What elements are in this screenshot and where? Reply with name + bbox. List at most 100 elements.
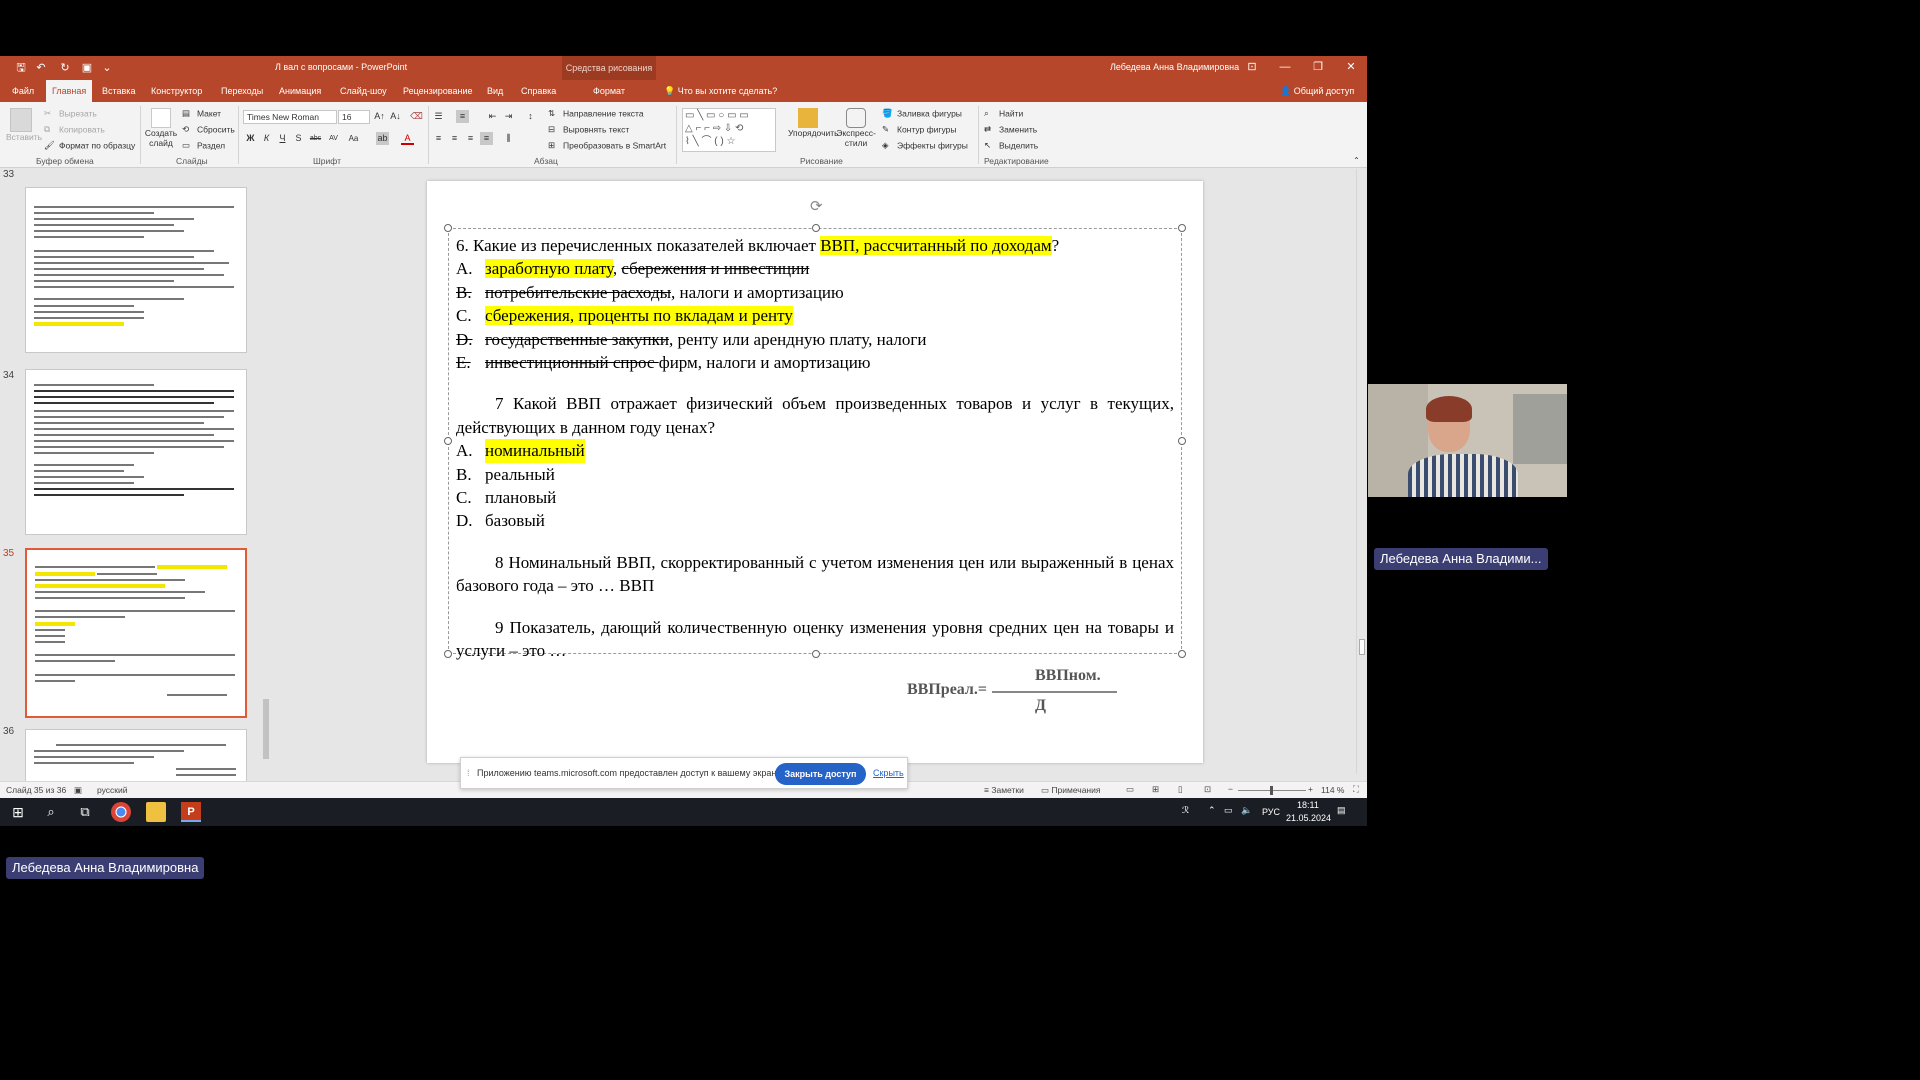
- reading-view-icon[interactable]: ▯: [1178, 784, 1183, 795]
- network-icon[interactable]: ▭: [1224, 805, 1233, 816]
- align-text-button[interactable]: ⊟ Выровнять текст: [548, 124, 629, 136]
- arrange-button[interactable]: Упорядочить: [788, 108, 839, 138]
- cut-button[interactable]: ✂ Вырезать: [44, 108, 97, 120]
- layout-button[interactable]: ▤ Макет: [182, 108, 221, 120]
- tab-transitions[interactable]: Переходы: [215, 80, 269, 102]
- clear-format-icon[interactable]: ⌫: [410, 110, 423, 123]
- notes-button[interactable]: ≡ Заметки: [984, 785, 1024, 795]
- normal-view-icon[interactable]: ▭: [1126, 784, 1134, 795]
- file-explorer-icon[interactable]: [146, 802, 166, 822]
- volume-icon[interactable]: 🔈: [1241, 805, 1252, 816]
- copy-button[interactable]: ⧉ Копировать: [44, 124, 105, 136]
- shapes-gallery[interactable]: ▭ ╲ ▭ ○ ▭ ▭ △ ⌐ ⌐ ⇨ ⇩ ⟲ ⌇ ╲ ⌒ ( ) ☆: [682, 108, 776, 152]
- bullets-icon[interactable]: ☰: [432, 110, 445, 123]
- replace-button[interactable]: ⇄ Заменить: [984, 124, 1037, 136]
- redo-icon[interactable]: ↻: [58, 61, 72, 75]
- resize-handle[interactable]: [1178, 437, 1186, 445]
- tab-review[interactable]: Рецензирование: [397, 80, 479, 102]
- change-case-button[interactable]: Aa: [347, 132, 360, 145]
- customize-qat-icon[interactable]: ⌄: [100, 61, 114, 75]
- slide-sorter-icon[interactable]: ⊞: [1152, 784, 1159, 795]
- resize-handle[interactable]: [1178, 224, 1186, 232]
- tab-insert[interactable]: Вставка: [96, 80, 141, 102]
- close-icon[interactable]: ✕: [1344, 60, 1358, 74]
- tab-slideshow[interactable]: Слайд-шоу: [334, 80, 393, 102]
- thumbnail-slide-active[interactable]: [25, 548, 247, 718]
- scrollbar-thumb[interactable]: [1359, 639, 1365, 655]
- powerpoint-icon[interactable]: P: [181, 802, 201, 822]
- input-language[interactable]: РУС: [1262, 807, 1280, 817]
- tab-format[interactable]: Формат: [587, 80, 631, 102]
- chrome-icon[interactable]: [111, 802, 131, 822]
- shadow-button[interactable]: S: [292, 132, 305, 145]
- thumbnail-scrollbar[interactable]: [261, 169, 271, 774]
- search-icon[interactable]: ⌕: [41, 802, 61, 822]
- spellcheck-icon[interactable]: ▣: [74, 785, 82, 796]
- windows-start-icon[interactable]: ⊞: [8, 802, 28, 822]
- thumbnail-slide[interactable]: [25, 187, 247, 353]
- tab-file[interactable]: Файл: [6, 80, 40, 102]
- tab-animations[interactable]: Анимация: [273, 80, 327, 102]
- account-name[interactable]: Лебедева Анна Владимировна: [1110, 62, 1239, 72]
- font-name-combo[interactable]: Times New Roman: [243, 110, 337, 124]
- strikethrough-button[interactable]: abc: [309, 132, 322, 145]
- save-icon[interactable]: 🖫: [14, 61, 28, 75]
- share-button[interactable]: 👤 Общий доступ: [1274, 80, 1360, 102]
- underline-button[interactable]: Ч: [276, 132, 289, 145]
- slide-body-text[interactable]: 6. Какие из перечисленных показателей вк…: [456, 234, 1174, 663]
- new-slide-button[interactable]: Создать слайд: [144, 108, 178, 148]
- tab-home[interactable]: Главная: [46, 80, 93, 102]
- restore-icon[interactable]: ❐: [1311, 60, 1325, 74]
- hide-link[interactable]: Скрыть: [873, 768, 904, 778]
- numbering-icon[interactable]: ≡: [456, 110, 469, 123]
- zoom-in-icon[interactable]: +: [1308, 784, 1313, 794]
- find-button[interactable]: ⌕ Найти: [984, 108, 1023, 120]
- line-spacing-icon[interactable]: ↕: [524, 110, 537, 123]
- shrink-font-icon[interactable]: A↓: [389, 110, 402, 123]
- format-painter-button[interactable]: 🖌 Формат по образцу: [44, 140, 135, 152]
- resize-handle[interactable]: [812, 224, 820, 232]
- increase-indent-icon[interactable]: ⇥: [502, 110, 515, 123]
- resize-handle[interactable]: [444, 650, 452, 658]
- paste-button[interactable]: Вставить: [6, 108, 42, 142]
- shape-fill-button[interactable]: 🪣 Заливка фигуры: [882, 108, 962, 120]
- decrease-indent-icon[interactable]: ⇤: [486, 110, 499, 123]
- smartart-button[interactable]: ⊞ Преобразовать в SmartArt: [548, 140, 666, 152]
- char-spacing-button[interactable]: AV: [327, 132, 340, 145]
- people-icon[interactable]: ℛ: [1182, 805, 1189, 816]
- stop-sharing-button[interactable]: Закрыть доступ: [775, 763, 866, 785]
- shape-effects-button[interactable]: ◈ Эффекты фигуры: [882, 140, 968, 152]
- align-left-icon[interactable]: ≡: [432, 132, 445, 145]
- tell-me-box[interactable]: 💡 Что вы хотите сделать?: [658, 80, 783, 102]
- tab-help[interactable]: Справка: [515, 80, 562, 102]
- thumbnail-slide[interactable]: [25, 369, 247, 535]
- bold-button[interactable]: Ж: [244, 132, 257, 145]
- comments-button[interactable]: ▭ Примечания: [1041, 785, 1100, 796]
- ribbon-display-icon[interactable]: ⊡: [1245, 60, 1259, 74]
- resize-handle[interactable]: [444, 437, 452, 445]
- undo-icon[interactable]: ↶: [34, 61, 48, 75]
- zoom-out-icon[interactable]: −: [1228, 784, 1233, 794]
- reset-button[interactable]: ⟲ Сбросить: [182, 124, 235, 136]
- font-color-icon[interactable]: A: [401, 132, 414, 145]
- drag-handle-icon[interactable]: ⁞: [467, 768, 470, 778]
- text-direction-button[interactable]: ⇅ Направление текста: [548, 108, 644, 120]
- italic-button[interactable]: К: [260, 132, 273, 145]
- fit-to-window-icon[interactable]: ⛶: [1353, 784, 1359, 795]
- zoom-level[interactable]: 114 %: [1321, 785, 1344, 795]
- collapse-ribbon-icon[interactable]: ⌃: [1350, 154, 1363, 167]
- tab-design[interactable]: Конструктор: [145, 80, 208, 102]
- rotate-handle-icon[interactable]: ⟳: [810, 197, 823, 215]
- font-size-combo[interactable]: 16: [338, 110, 370, 124]
- select-button[interactable]: ↖ Выделить: [984, 140, 1038, 152]
- resize-handle[interactable]: [1178, 650, 1186, 658]
- clock-time[interactable]: 18:11: [1297, 800, 1319, 810]
- tray-chevron-icon[interactable]: ⌃: [1208, 805, 1216, 816]
- clock-date[interactable]: 21.05.2024: [1286, 813, 1331, 823]
- minimize-icon[interactable]: —: [1278, 60, 1292, 74]
- slide-canvas[interactable]: ⟳ 6. Какие из перечисленных показателей …: [427, 181, 1203, 763]
- present-icon[interactable]: ▣: [80, 61, 94, 75]
- task-view-icon[interactable]: ⧉: [75, 802, 95, 822]
- align-center-icon[interactable]: ≡: [448, 132, 461, 145]
- slideshow-icon[interactable]: ⊡: [1204, 784, 1211, 795]
